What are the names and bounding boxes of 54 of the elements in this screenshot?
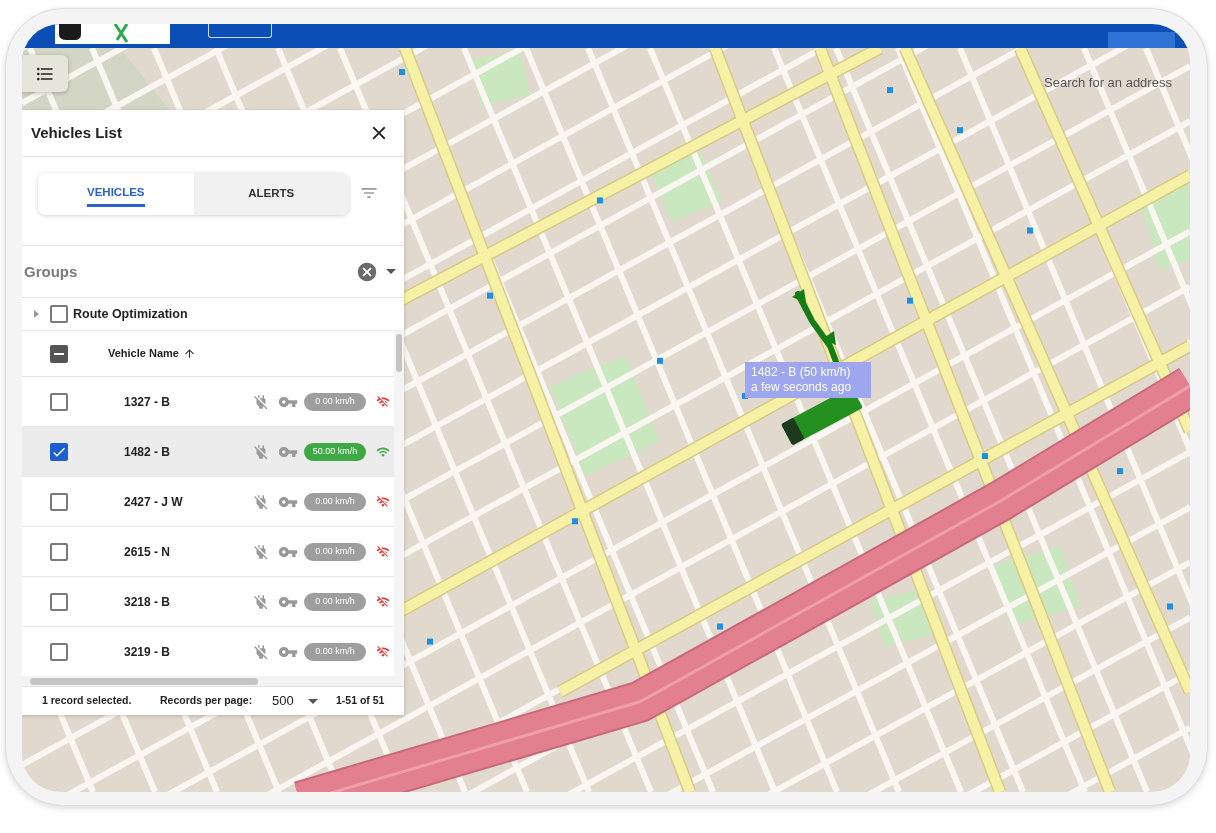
tab[interactable]: VEHICLES: [38, 173, 194, 215]
vehicle-name: 2427 - J W: [124, 493, 184, 511]
vehicle-row[interactable]: 1327 - B 0.00 km/h: [22, 377, 394, 427]
plug-off-icon: [252, 392, 270, 411]
speed-pill: 0.00 km/h: [304, 642, 366, 661]
row-checkbox[interactable]: [50, 442, 68, 461]
dropdown-caret-icon: [386, 269, 396, 274]
tooltip-title: 1482 - B (50 km/h): [751, 365, 852, 380]
menu-button[interactable]: [22, 55, 68, 92]
vehicle-row[interactable]: 2427 - J W 0.00 km/h: [22, 477, 394, 527]
sort-arrow-icon[interactable]: [182, 347, 196, 360]
vehicle-name: 1327 - B: [124, 393, 172, 411]
vehicle-row[interactable]: 2615 - N 0.00 km/h: [22, 527, 394, 577]
speed-pill: 0.00 km/h: [304, 542, 366, 561]
vehicle-name: 1482 - B: [124, 443, 172, 461]
vehicle-row[interactable]: 3218 - B 0.00 km/h: [22, 577, 394, 627]
row-checkbox[interactable]: [50, 642, 68, 661]
panel-title: Vehicles List: [31, 122, 122, 143]
plug-off-icon: [252, 592, 270, 611]
speed-pill: 0.00 km/h: [304, 592, 366, 611]
groups-field[interactable]: Groups: [24, 256, 356, 287]
select-all-checkbox[interactable]: [50, 344, 68, 363]
plug-off-icon: [252, 642, 270, 661]
tree-item-label[interactable]: Route Optimization: [73, 304, 188, 324]
per-page-select[interactable]: 500: [272, 691, 328, 711]
plug-off-icon: [252, 492, 270, 511]
expand-caret-icon[interactable]: [34, 310, 39, 318]
records-per-page-label: Records per page:: [160, 693, 254, 709]
vehicle-row[interactable]: 1482 - B 50.00 km/h: [22, 427, 394, 477]
row-checkbox[interactable]: [50, 542, 68, 561]
vehicle-name: 3218 - B: [124, 593, 172, 611]
row-checkbox[interactable]: [50, 492, 68, 511]
row-checkbox[interactable]: [50, 392, 68, 411]
vehicle-name: 3219 - B: [124, 643, 172, 661]
tab[interactable]: ALERTS: [193, 173, 349, 215]
tooltip-time: a few seconds ago: [751, 380, 853, 395]
selection-count: 1 record selected.: [42, 693, 133, 709]
scrollbar-thumb[interactable]: [30, 677, 258, 685]
speed-pill: 50.00 km/h: [304, 442, 366, 461]
tree-checkbox[interactable]: [50, 305, 68, 323]
column-header[interactable]: Vehicle Name: [108, 345, 179, 362]
minus-icon: [54, 352, 64, 355]
address-search-field[interactable]: Search for an address: [1044, 70, 1190, 94]
scrollbar-thumb[interactable]: [396, 334, 402, 372]
row-checkbox[interactable]: [50, 592, 68, 611]
page-range: 1-51 of 51: [336, 693, 385, 709]
speed-pill: 0.00 km/h: [304, 392, 366, 411]
vehicle-name: 2615 - N: [124, 543, 172, 561]
plug-off-icon: [252, 442, 270, 461]
speed-pill: 0.00 km/h: [304, 492, 366, 511]
header-button[interactable]: [208, 24, 272, 38]
clear-icon[interactable]: [356, 260, 378, 283]
caret-icon: [307, 698, 318, 704]
plug-off-icon: [252, 542, 270, 561]
